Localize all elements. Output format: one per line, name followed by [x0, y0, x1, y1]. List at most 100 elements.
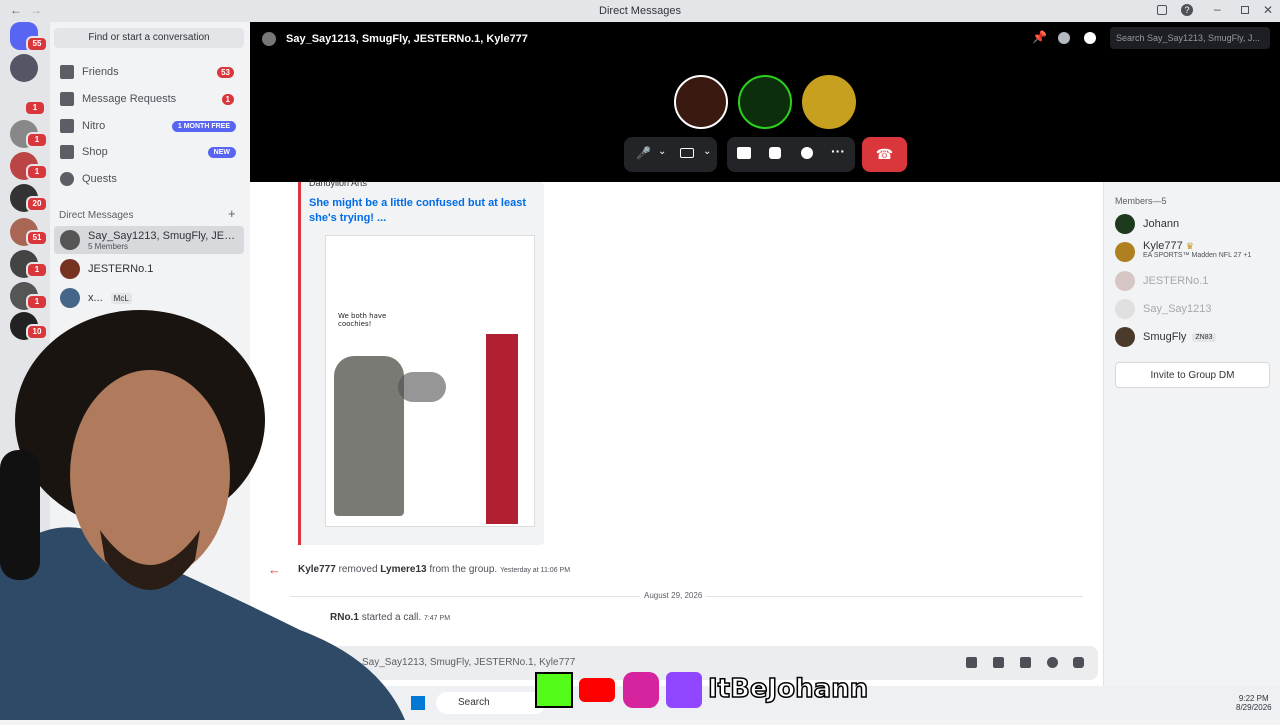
audio-video-controls: 🎤 ⌄ ⌄: [624, 137, 717, 172]
guild-badge: 1: [24, 100, 46, 116]
help-icon[interactable]: ?: [1181, 4, 1193, 16]
guild-icon[interactable]: [10, 54, 38, 82]
avatar: [1115, 299, 1135, 319]
guild-badge: 1: [26, 132, 48, 148]
participant-avatar[interactable]: [802, 75, 856, 129]
mail-icon: [60, 92, 74, 106]
nav-friends[interactable]: Friends 53: [54, 60, 244, 84]
disconnect-icon[interactable]: ☎: [862, 137, 907, 172]
avatar: [60, 259, 80, 279]
embed-title[interactable]: She might be a little confused but at le…: [309, 196, 539, 226]
nav-label: Nitro: [82, 120, 106, 132]
guild-badge: 51: [26, 230, 48, 246]
title-bar: ← → Direct Messages ? – ✕: [0, 0, 1280, 22]
sticker-icon[interactable]: [1020, 657, 1031, 668]
call-title: Say_Say1213, SmugFly, JESTERNo.1, Kyle77…: [286, 33, 528, 45]
quests-icon: [60, 172, 74, 186]
dm-header: Direct Messages: [59, 210, 134, 221]
apps-icon[interactable]: [1073, 657, 1084, 668]
nav-nitro[interactable]: Nitro 1 MONTH FREE: [54, 114, 244, 138]
crown-icon: ♛: [1185, 241, 1194, 251]
windows-start-icon[interactable]: [411, 696, 425, 710]
nav-shop[interactable]: Shop NEW: [54, 140, 244, 164]
close-icon[interactable]: ✕: [1263, 3, 1273, 17]
screen-share-icon[interactable]: [737, 147, 751, 159]
message-time: Yesterday at 11:06 PM: [499, 567, 571, 574]
invite-label: Invite to Group DM: [1150, 370, 1235, 381]
clock-date: 8/29/2026: [1236, 703, 1272, 712]
member-name: JESTERNo.1: [1143, 275, 1209, 287]
guild-badge: 1: [26, 262, 48, 278]
camera-off-icon[interactable]: [680, 148, 694, 158]
avatar: [1115, 214, 1135, 234]
nitro-icon: [60, 119, 74, 133]
message-text: from the group.: [429, 564, 498, 575]
emoji-icon[interactable]: [1047, 657, 1058, 668]
nav-label: Friends: [82, 66, 119, 78]
friends-icon: [60, 65, 74, 79]
call-header: Say_Say1213, SmugFly, JESTERNo.1, Kyle77…: [262, 32, 528, 46]
inbox-icon[interactable]: [1157, 5, 1167, 15]
nav-label: Shop: [82, 146, 108, 158]
gif-icon[interactable]: [993, 657, 1004, 668]
instagram-icon: [623, 672, 659, 708]
member-jesterno1[interactable]: JESTERNo.1: [1115, 269, 1208, 293]
requests-badge: 1: [221, 93, 234, 105]
shop-pill: NEW: [207, 146, 236, 158]
member-activity: EA SPORTS™ Madden NFL 27 +1: [1143, 252, 1252, 259]
date-divider: August 29, 2026: [640, 591, 707, 600]
nitro-pill: 1 MONTH FREE: [171, 120, 236, 132]
invite-to-group-button[interactable]: Invite to Group DM: [1115, 362, 1270, 388]
youtube-icon: [579, 678, 615, 702]
dm-item-jester[interactable]: JESTERNo.1: [54, 255, 244, 283]
more-icon[interactable]: ···: [831, 143, 845, 159]
pin-icon[interactable]: 📌: [1032, 30, 1047, 44]
participant-avatar[interactable]: [674, 75, 728, 129]
friends-badge: 53: [217, 66, 234, 78]
minimize-icon[interactable]: –: [1214, 2, 1221, 16]
member-saysay1213[interactable]: Say_Say1213: [1115, 297, 1212, 321]
members-header: Members—5: [1115, 196, 1167, 206]
participant-avatar[interactable]: [738, 75, 792, 129]
avatar: [1115, 271, 1135, 291]
dm-name: JESTERNo.1: [88, 263, 154, 275]
add-friends-icon[interactable]: [1058, 32, 1070, 44]
kick-icon: [535, 672, 573, 708]
comic-figure-right: [486, 334, 518, 524]
microphone-icon[interactable]: 🎤: [636, 146, 651, 160]
gift-icon[interactable]: [966, 657, 977, 668]
member-kyle777[interactable]: Kyle777 ♛ EA SPORTS™ Madden NFL 27 +1: [1115, 240, 1251, 272]
avatar: [1115, 242, 1135, 262]
taskbar-search[interactable]: Search: [436, 692, 546, 714]
member-tag: ZN83: [1192, 332, 1216, 342]
chevron-down-icon[interactable]: ⌄: [703, 146, 711, 157]
dm-item-group[interactable]: Say_Say1213, SmugFly, JESTER... 5 Member…: [54, 226, 244, 254]
clock[interactable]: 9:22 PM 8/29/2026: [1236, 694, 1272, 712]
soundboard-icon[interactable]: [801, 147, 813, 159]
member-johann[interactable]: Johann: [1115, 212, 1179, 236]
nav-message-requests[interactable]: Message Requests 1: [54, 87, 244, 111]
member-list: Members—5 Johann Kyle777 ♛ EA SPORTS™ Ma…: [1103, 182, 1280, 686]
dm-sub: 5 Members: [88, 241, 129, 251]
streamer-handle: ItBeJohann: [707, 673, 869, 705]
member-smugfly[interactable]: SmugFly ZN83: [1115, 325, 1216, 349]
member-name: Say_Say1213: [1143, 303, 1212, 315]
clock-time: 9:22 PM: [1238, 694, 1269, 703]
search-input[interactable]: Search Say_Say1213, SmugFly, J...: [1110, 27, 1270, 49]
nav-quests[interactable]: Quests: [54, 167, 244, 191]
guild-badge: 20: [26, 196, 48, 212]
activities-icon[interactable]: [769, 147, 781, 159]
nav-label: Message Requests: [82, 93, 177, 105]
call-actions: ···: [727, 137, 855, 172]
group-avatar: [60, 230, 80, 250]
member-name: SmugFly: [1143, 331, 1187, 343]
find-conversation-input[interactable]: Find or start a conversation: [54, 28, 244, 48]
chevron-down-icon[interactable]: ⌄: [658, 146, 666, 157]
members-icon[interactable]: [1084, 32, 1096, 44]
create-dm-icon[interactable]: +: [228, 206, 236, 221]
maximize-icon[interactable]: [1241, 6, 1249, 14]
social-handle-overlay: ItBeJohann: [533, 670, 903, 712]
shop-icon: [60, 145, 74, 159]
play-gif-icon[interactable]: [398, 372, 446, 402]
member-name: Johann: [1143, 218, 1180, 230]
